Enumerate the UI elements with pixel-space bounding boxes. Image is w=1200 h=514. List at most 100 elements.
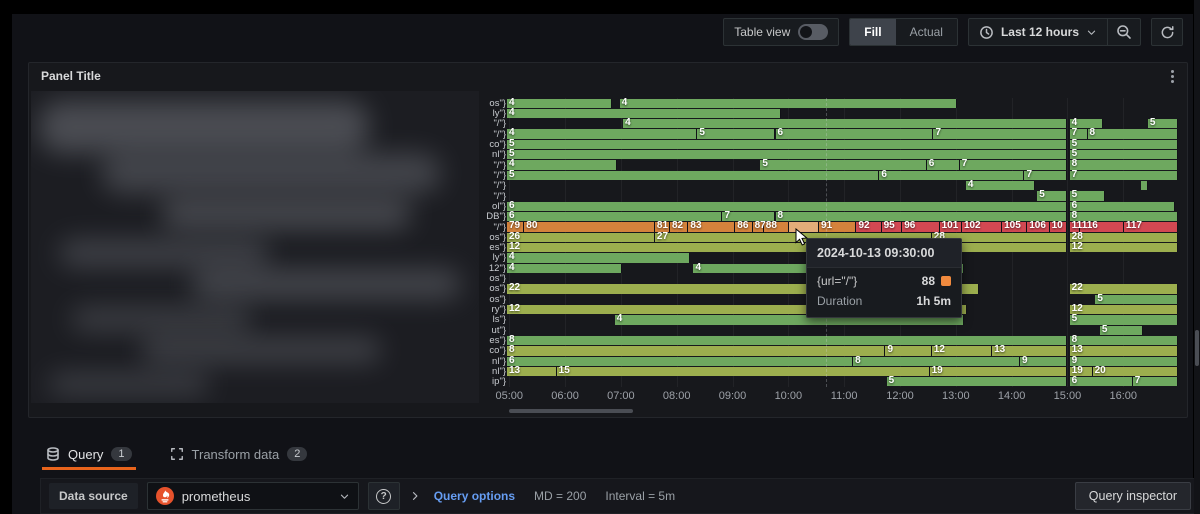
timeline-segment[interactable]: 9 [885,346,931,355]
timeline-segment[interactable]: 116 [1080,222,1124,231]
timeline-segment[interactable]: 13 [1070,346,1178,355]
timeline-segment[interactable]: 4 [507,253,690,262]
timeline-segment[interactable]: 4 [507,160,617,169]
datasource-picker[interactable]: prometheus [147,482,359,510]
timeline-segment[interactable]: 6 [927,160,960,169]
timeline-segment[interactable]: 4 [507,129,697,138]
timeline-segment[interactable]: 5 [887,377,1068,386]
timeline-segment[interactable]: 4 [623,119,1067,128]
panel-header[interactable]: Panel Title [29,63,1187,89]
timeline-segment[interactable]: 5 [1070,140,1178,149]
timeline-segment[interactable]: 8 [776,212,1068,221]
timeline-segment[interactable]: 5 [1070,150,1178,159]
timeline-segment[interactable]: 5 [1037,191,1067,200]
timeline-segment[interactable] [1141,181,1148,190]
timeline-segment[interactable]: 106 [1027,222,1049,231]
timeline-segment[interactable]: 117 [1124,222,1178,231]
timeline-segment[interactable]: 22 [1070,284,1178,293]
fill-option[interactable]: Fill [850,19,895,45]
tooltip-duration-value: 1h 5m [916,294,951,308]
timeline-segment[interactable]: 5 [507,150,1067,159]
tab-transform-data[interactable]: Transform data 2 [166,438,312,470]
timeline-segment[interactable]: 5 [507,140,1067,149]
timeline-segment[interactable]: 6 [776,129,934,138]
timeline-segment[interactable]: 26 [507,233,655,242]
timeline-segment[interactable]: 8 [507,336,1067,345]
timeline-segment[interactable]: 28 [1070,233,1178,242]
timeline-segment[interactable]: 10 [1050,222,1068,231]
timeline-segment[interactable]: 4 [966,181,1035,190]
timeline-segment[interactable]: 12 [507,243,1067,252]
row-label: ut"} [479,325,506,335]
chevron-right-icon[interactable] [409,490,421,502]
tab-query[interactable]: Query 1 [42,438,136,470]
x-axis-label: 05:00 [495,390,523,402]
timeline-segment[interactable]: 5 [1070,315,1178,324]
timeline-segment[interactable]: 83 [688,222,735,231]
timeline-segment[interactable]: 7 [960,160,1068,169]
database-icon [46,447,60,461]
table-view-toggle[interactable] [798,24,828,40]
time-range-button[interactable]: Last 12 hours [969,19,1107,45]
timeline-segment[interactable]: 6 [507,202,1067,211]
datasource-help-button[interactable]: ? [368,482,400,510]
timeline-segment[interactable]: 7 [933,129,1067,138]
timeline-segment[interactable]: 9 [1020,357,1067,366]
fill-actual-switch: Fill Actual [849,18,958,46]
timeline-segment[interactable]: 6 [1070,377,1133,386]
timeline-segment[interactable]: 5 [1148,119,1178,128]
timeline-segment[interactable]: 15 [557,367,930,376]
timeline-segment[interactable]: 8 [507,346,885,355]
row-label: "/"} [479,222,506,232]
timeline-segment[interactable]: 6 [879,171,1024,180]
timeline-segment[interactable]: 5 [760,160,926,169]
timeline-segment[interactable]: 4 [507,264,622,273]
timeline-segment[interactable]: 102 [962,222,1002,231]
timeline-segment[interactable]: 19 [930,367,1068,376]
timeline-segment[interactable]: 5 [1100,326,1143,335]
segment-value-label: 8 [778,211,784,221]
timeline-segment[interactable]: 6 [1070,202,1176,211]
timeline-segment[interactable]: 12 [932,346,992,355]
timeline-segment[interactable]: 4 [620,99,957,108]
time-picker: Last 12 hours [968,18,1141,46]
timeline-segment[interactable]: 4 [507,109,781,118]
timeline-segment[interactable]: 12 [1070,305,1178,314]
timeline-segment[interactable]: 7 [1133,377,1178,386]
timeline-segment[interactable]: 5 [697,129,775,138]
timeline-segment[interactable]: 92 [856,222,881,231]
vertical-scrollbar-thumb[interactable] [1195,330,1199,366]
timeline-segment[interactable]: 13 [992,346,1067,355]
timeline-segment[interactable]: 86 [735,222,752,231]
timeline-segment[interactable]: 7 [1024,171,1067,180]
timeline-segment[interactable]: 13 [507,367,557,376]
timeline-segment[interactable]: 8 [1088,129,1178,138]
actual-option[interactable]: Actual [896,19,957,45]
segment-value-label: 92 [858,221,869,231]
timeline-segment[interactable]: 9 [1070,357,1178,366]
timeline-segment[interactable]: 82 [670,222,688,231]
timeline-segment[interactable]: 91 [819,222,856,231]
timeline-segment[interactable]: 87 [753,222,764,231]
timeline-segment[interactable]: 4 [507,99,612,108]
refresh-button[interactable] [1151,18,1183,46]
timeline-segment[interactable]: 8 [1070,336,1178,345]
panel-menu-icon[interactable] [1165,68,1179,84]
timeline-segment[interactable]: 88 [764,222,789,231]
timeline-segment[interactable]: 5 [1095,295,1178,304]
vertical-scrollbar[interactable] [1194,0,1200,514]
query-inspector-button[interactable]: Query inspector [1075,482,1191,510]
timeline-segment[interactable]: 95 [882,222,903,231]
timeline-segment[interactable]: 80 [524,222,655,231]
timeline-segment[interactable]: 12 [1070,243,1178,252]
transform-count-badge: 2 [287,447,307,461]
horizontal-scrollbar[interactable] [509,409,633,413]
timeline-segment[interactable]: 105 [1002,222,1027,231]
timeline-segment[interactable]: 8 [1070,160,1178,169]
timeline-segment[interactable]: 5 [507,171,879,180]
segment-value-label: 10 [1052,221,1063,231]
zoom-out-time-button[interactable] [1107,19,1140,45]
timeline-segment[interactable]: 7 [1070,171,1178,180]
chart-tooltip: 2024-10-13 09:30:00 {url="/"} 88 Duratio… [806,238,962,318]
query-options-toggle[interactable]: Query options [434,489,515,503]
